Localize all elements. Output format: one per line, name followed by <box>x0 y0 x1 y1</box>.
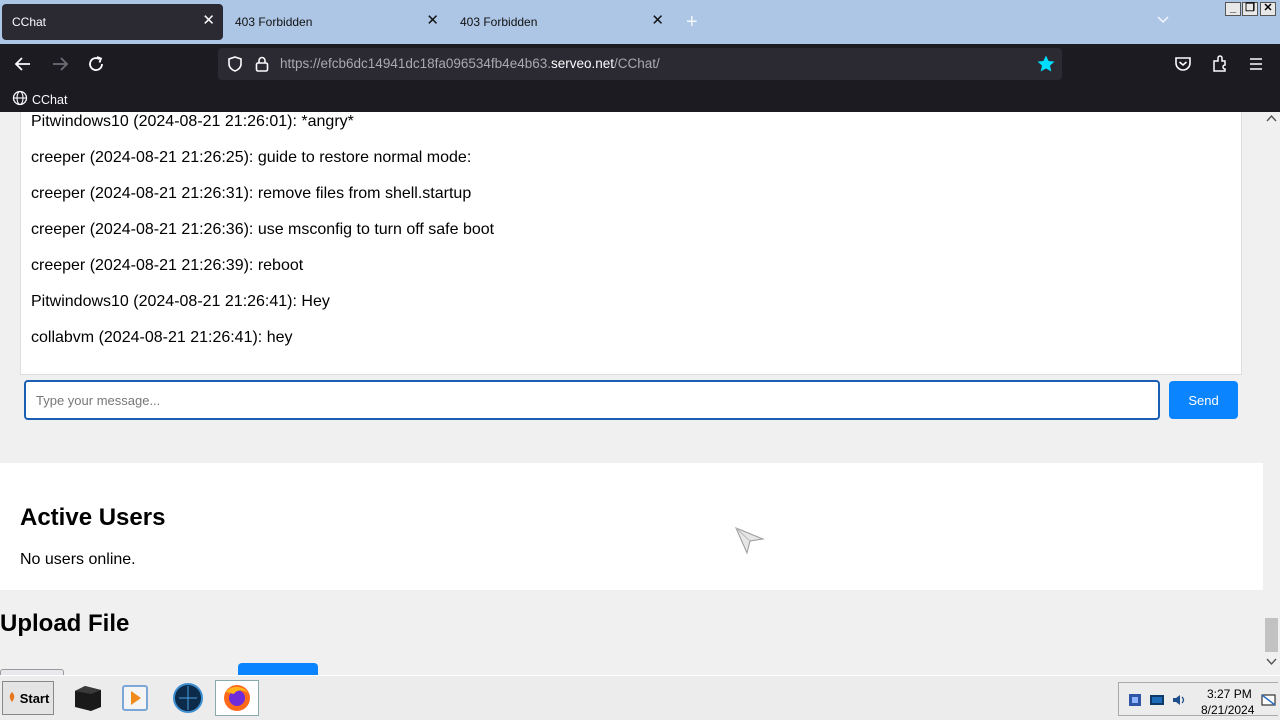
tab-403-forbidden-2[interactable]: 403 Forbidden ✕ <box>450 4 672 40</box>
upload-file-heading: Upload File <box>0 610 130 637</box>
globe-icon <box>12 90 28 109</box>
chat-message: creeper (2024-08-21 21:26:39): reboot <box>31 257 304 274</box>
show-desktop-icon[interactable] <box>1261 692 1277 713</box>
terminal-app-icon[interactable] <box>71 681 105 715</box>
close-window-icon[interactable]: ✕ <box>1260 2 1276 16</box>
chat-message: creeper (2024-08-21 21:26:36): use mscon… <box>31 221 495 238</box>
chat-messages-box[interactable]: Pitwindows10 (2024-08-21 21:26:01): *ang… <box>20 112 1242 375</box>
start-button[interactable]: Start <box>2 681 54 715</box>
menu-hamburger-icon[interactable] <box>1245 54 1267 76</box>
taskbar: Start 3:27 PM 8/21/2024 <box>0 675 1280 720</box>
tab-label: 403 Forbidden <box>235 15 313 29</box>
chat-message: Pitwindows10 (2024-08-21 21:26:41): Hey <box>31 293 330 310</box>
active-users-panel: Active Users No users online. <box>0 463 1263 590</box>
url-path: /CChat/ <box>614 56 660 71</box>
page-scrollbar[interactable] <box>1263 112 1280 675</box>
tab-cchat[interactable]: CChat ✕ <box>2 4 223 40</box>
tracking-shield-icon[interactable] <box>226 55 244 78</box>
close-tab-icon[interactable]: ✕ <box>651 12 664 30</box>
tab-label: CChat <box>12 15 47 29</box>
upload-button[interactable] <box>238 663 318 675</box>
restore-icon[interactable]: ❐ <box>1242 2 1258 16</box>
extensions-icon[interactable] <box>1209 54 1231 76</box>
new-tab-plus-icon[interactable]: + <box>686 12 698 32</box>
network-globe-icon[interactable] <box>171 681 205 715</box>
send-button[interactable]: Send <box>1169 381 1238 419</box>
chat-message: creeper (2024-08-21 21:26:25): guide to … <box>31 149 472 166</box>
bookmark-star-icon[interactable] <box>1036 54 1056 79</box>
close-tab-icon[interactable]: ✕ <box>202 12 215 30</box>
users-status-text: No users online. <box>20 551 136 568</box>
bookmark-cchat[interactable]: CChat <box>12 90 67 109</box>
page-content: Pitwindows10 (2024-08-21 21:26:01): *ang… <box>0 112 1263 675</box>
chat-message: Pitwindows10 (2024-08-21 21:26:01): *ang… <box>31 113 354 130</box>
clock-date[interactable]: 8/21/2024 <box>1201 703 1254 717</box>
navigation-toolbar: https://efcb6dc14941dc18fa096534fb4e4b63… <box>0 44 1280 86</box>
firefox-taskbar-icon[interactable] <box>215 680 259 716</box>
clock-time[interactable]: 3:27 PM <box>1207 687 1252 701</box>
lock-icon[interactable] <box>254 55 270 78</box>
minimize-icon[interactable]: _ <box>1225 2 1241 16</box>
url-host: serveo.net <box>550 56 615 71</box>
address-bar[interactable]: https://efcb6dc14941dc18fa096534fb4e4b63… <box>218 48 1062 80</box>
message-input[interactable] <box>24 380 1160 420</box>
network-status-icon[interactable] <box>1127 692 1143 713</box>
volume-icon[interactable] <box>1171 692 1187 713</box>
tab-label: 403 Forbidden <box>460 15 538 29</box>
reload-icon[interactable] <box>85 54 107 76</box>
scroll-up-arrow-icon[interactable] <box>1266 114 1277 125</box>
active-users-heading: Active Users <box>20 504 166 531</box>
start-label: Start <box>19 690 50 706</box>
bookmarks-toolbar: CChat <box>0 86 1280 112</box>
bookmark-label: CChat <box>32 92 68 107</box>
back-arrow-icon[interactable] <box>12 54 34 76</box>
scroll-down-arrow-icon[interactable] <box>1266 658 1277 669</box>
tab-strip: CChat ✕ 403 Forbidden ✕ 403 Forbidden ✕ … <box>0 0 1280 44</box>
close-tab-icon[interactable]: ✕ <box>426 12 439 30</box>
url-text[interactable]: https://efcb6dc14941dc18fa096534fb4e4b63… <box>280 56 660 71</box>
chat-message: collabvm (2024-08-21 21:26:41): hey <box>31 329 293 346</box>
list-tabs-chevron-icon[interactable] <box>1156 14 1170 28</box>
display-icon[interactable] <box>1149 692 1165 713</box>
mouse-pointer-icon <box>735 527 765 560</box>
windows-logo-icon <box>7 691 17 706</box>
chat-message: creeper (2024-08-21 21:26:31): remove fi… <box>31 185 472 202</box>
tab-403-forbidden-1[interactable]: 403 Forbidden ✕ <box>225 4 447 40</box>
url-prefix: https://efcb6dc14941dc18fa096534fb4e4b63… <box>280 56 551 71</box>
pocket-icon[interactable] <box>1172 54 1194 76</box>
forward-arrow-icon[interactable] <box>49 54 71 76</box>
media-player-icon[interactable] <box>119 681 153 715</box>
scrollbar-thumb[interactable] <box>1265 618 1278 652</box>
system-tray: 3:27 PM 8/21/2024 <box>1118 682 1278 717</box>
